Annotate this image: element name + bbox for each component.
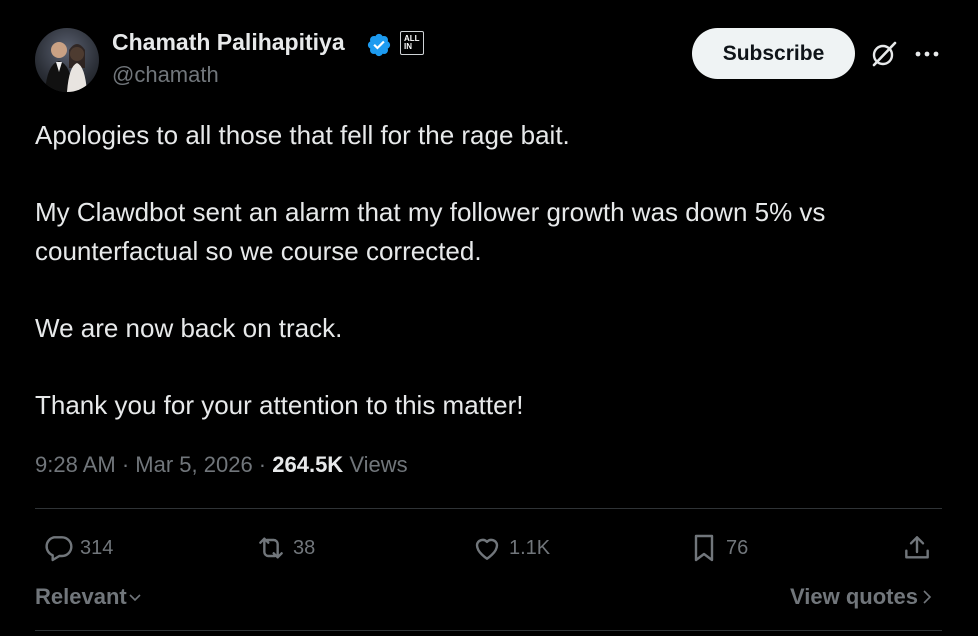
- like-count: 1.1K: [509, 536, 551, 559]
- post-paragraph: My Clawdbot sent an alarm that my follow…: [35, 197, 826, 266]
- bookmark-icon: [694, 534, 714, 562]
- sort-label: Relevant: [35, 584, 127, 609]
- display-name[interactable]: Chamath Palihapitiya: [112, 29, 345, 56]
- bookmark-button[interactable]: 76: [688, 530, 748, 566]
- reply-button[interactable]: 314: [42, 530, 113, 566]
- chevron-right-icon: [923, 590, 932, 604]
- repost-count: 38: [293, 536, 316, 559]
- post-time[interactable]: 9:28 AM: [35, 452, 116, 477]
- avatar-photo: [45, 42, 87, 92]
- post-date[interactable]: Mar 5, 2026: [135, 452, 252, 477]
- like-button[interactable]: 1.1K: [471, 530, 550, 566]
- meta-separator: ·: [252, 452, 273, 477]
- post-paragraph: We are now back on track.: [35, 312, 343, 343]
- views-count: 264.5K: [272, 452, 344, 477]
- post-paragraph: Apologies to all those that fell for the…: [35, 120, 570, 150]
- subscribe-button[interactable]: Subscribe: [692, 28, 855, 79]
- reply-icon: [45, 536, 73, 562]
- more-options-icon[interactable]: [914, 44, 940, 64]
- post-text: Apologies to all those that fell for the…: [35, 116, 935, 424]
- share-icon: [905, 536, 929, 559]
- post-paragraph: Thank you for your attention to this mat…: [35, 389, 524, 420]
- affiliate-badge[interactable]: ALL IN: [400, 31, 424, 55]
- chevron-down-icon: [129, 594, 141, 602]
- views-label: Views: [349, 452, 408, 477]
- heart-icon: [475, 538, 499, 560]
- sort-replies-dropdown[interactable]: Relevant: [35, 584, 143, 610]
- reply-count: 314: [80, 536, 114, 559]
- post-card: Chamath Palihapitiya ALL IN @chamath Sub…: [0, 0, 978, 636]
- verified-badge-icon[interactable]: [366, 32, 392, 58]
- view-quotes-link[interactable]: View quotes: [790, 584, 934, 610]
- divider: [35, 630, 942, 631]
- repost-icon: [259, 537, 283, 559]
- view-quotes-label: View quotes: [790, 584, 918, 609]
- handle[interactable]: @chamath: [112, 62, 219, 88]
- grok-icon[interactable]: [870, 40, 898, 68]
- meta-separator: ·: [115, 452, 136, 477]
- post-metadata: 9:28 AM · Mar 5, 2026 · 264.5K Views: [35, 452, 408, 478]
- share-button[interactable]: [901, 530, 939, 566]
- divider: [35, 508, 942, 509]
- affiliate-badge-label: ALL IN: [404, 34, 420, 51]
- avatar[interactable]: [35, 28, 99, 92]
- repost-button[interactable]: 38: [255, 530, 315, 566]
- bookmark-count: 76: [726, 536, 749, 559]
